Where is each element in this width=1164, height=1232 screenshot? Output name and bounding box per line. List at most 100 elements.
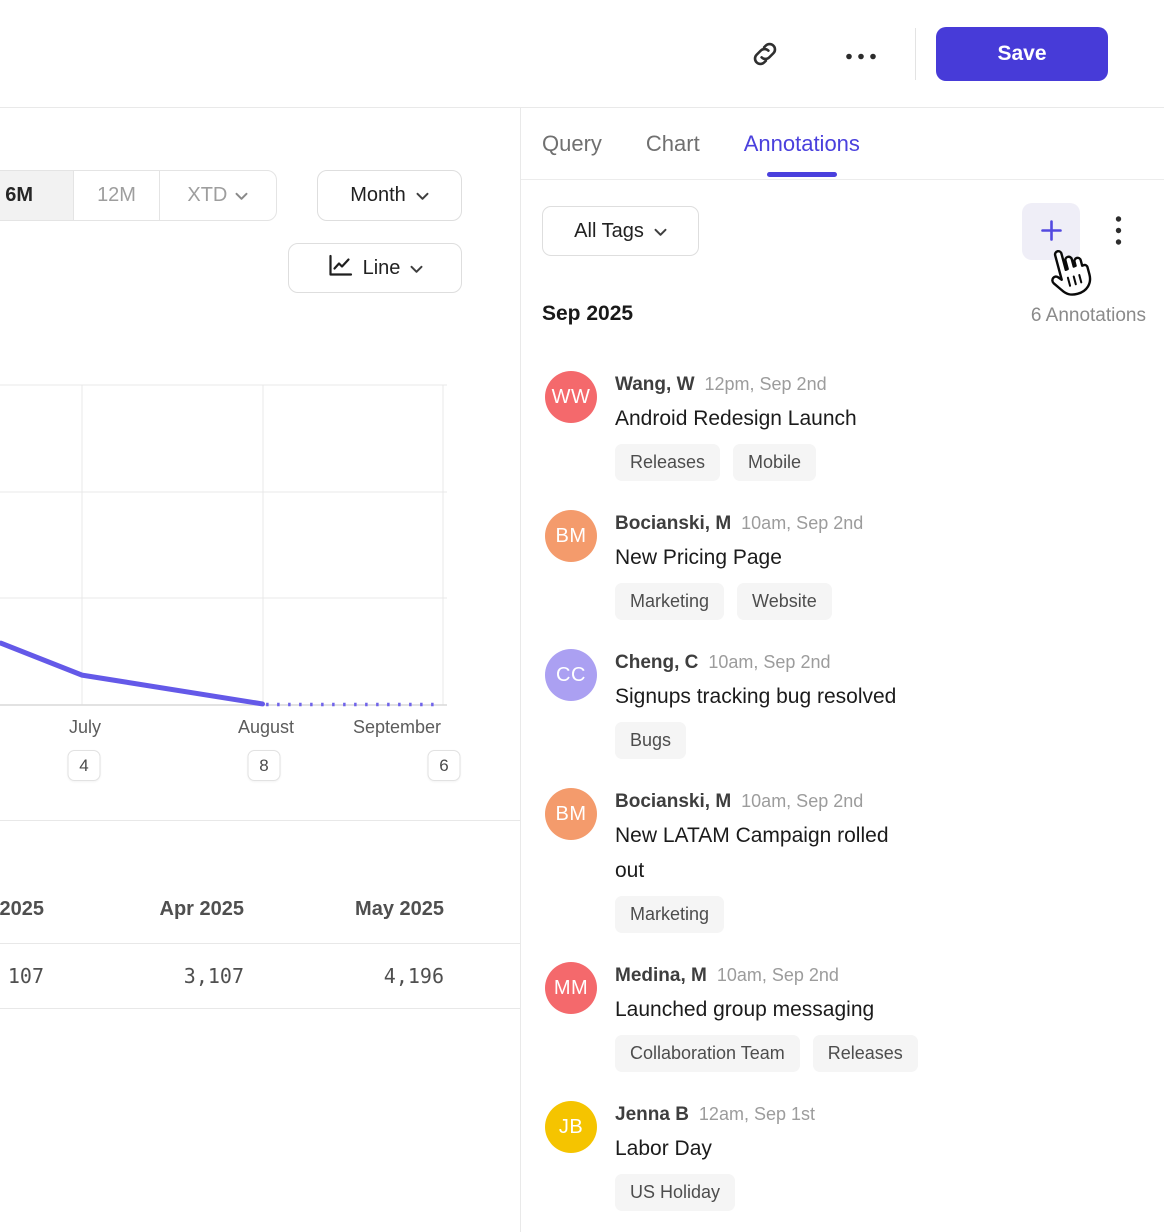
avatar: WW: [545, 371, 597, 423]
chevron-down-icon: [235, 184, 248, 207]
tag-chip[interactable]: Website: [737, 583, 832, 620]
x-axis-labels: JulyAugustSeptember: [0, 717, 470, 743]
annotation-body: Cheng, C 10am, Sep 2nd Signups tracking bu…: [615, 649, 896, 759]
table-value-cell: 4,196: [244, 964, 444, 988]
annotation-title: Android Redesign Launch: [615, 401, 857, 436]
app-screen: Save 6M12MXTD Month Line JulyAugustSepte…: [0, 0, 1164, 1232]
plus-icon: [1038, 217, 1065, 247]
annotation-timestamp: 12am, Sep 1st: [699, 1104, 815, 1124]
tab-query[interactable]: Query: [542, 131, 602, 157]
line-chart-icon: [327, 254, 353, 283]
tag-chip[interactable]: US Holiday: [615, 1174, 735, 1211]
annotation-count: 6 Annotations: [1031, 305, 1146, 327]
annotation-count-badge[interactable]: 4: [68, 750, 101, 781]
table-header-cell: 2025: [0, 898, 44, 921]
annotation-author: Wang, W: [615, 374, 695, 395]
granularity-label: Month: [350, 184, 406, 207]
share-link-button[interactable]: [746, 36, 784, 74]
tag-chip[interactable]: Collaboration Team: [615, 1035, 800, 1072]
annotation-item[interactable]: JBJenna B12am, Sep 1stLabor DayUS Holida…: [545, 1101, 1151, 1211]
toolbar-divider: [915, 28, 916, 80]
annotation-tags: Collaboration Team Releases: [615, 1035, 918, 1072]
chevron-down-icon: [654, 220, 667, 243]
x-axis-label: August: [238, 717, 294, 738]
annotation-tags: US Holiday: [615, 1174, 815, 1211]
tag-filter-label: All Tags: [574, 220, 644, 243]
actual-series-line: [1, 643, 263, 704]
add-annotation-button[interactable]: [1022, 203, 1080, 260]
link-icon: [750, 39, 780, 72]
tag-filter-dropdown[interactable]: All Tags: [542, 206, 699, 256]
annotation-group-header: Sep 2025 6 Annotations: [521, 300, 1164, 332]
annotation-tags: Marketing Website: [615, 583, 863, 620]
table-value-cell: 107: [0, 964, 44, 988]
table-header-row: 2025Apr 2025May 2025: [0, 821, 520, 944]
avatar: JB: [545, 1101, 597, 1153]
annotations-menu-button[interactable]: [1105, 203, 1131, 260]
x-axis-label: September: [353, 717, 441, 738]
annotation-title: Signups tracking bug resolved: [615, 679, 896, 714]
line-chart-plot[interactable]: [0, 380, 470, 716]
granularity-dropdown[interactable]: Month: [317, 170, 462, 221]
date-range-segmented-control: 6M12MXTD: [0, 170, 277, 221]
annotation-body: Bocianski, M 10am, Sep 2nd New Pricing Pag…: [615, 510, 863, 620]
tab-annotations[interactable]: Annotations: [744, 131, 860, 157]
save-button[interactable]: Save: [936, 27, 1108, 81]
annotation-item[interactable]: BM Bocianski, M 10am, Sep 2nd New Pricing P…: [545, 510, 1151, 620]
annotation-list: WW Wang, W 12pm, Sep 2nd Android Redesign L…: [545, 371, 1151, 1232]
annotation-title: Launched group messaging: [615, 992, 917, 1027]
annotation-body: Jenna B12am, Sep 1stLabor DayUS Holiday: [615, 1101, 815, 1211]
chart-type-label: Line: [363, 257, 401, 280]
annotations-panel: Query Chart Annotations All Tags: [520, 108, 1164, 1232]
annotation-timestamp: 10am, Sep 2nd: [708, 652, 830, 672]
tag-chip[interactable]: Releases: [813, 1035, 918, 1072]
panel-tabs: Query Chart Annotations: [542, 108, 860, 179]
range-button-12m[interactable]: 12M: [74, 171, 159, 220]
annotation-item[interactable]: CC Cheng, C 10am, Sep 2nd Signups tracking …: [545, 649, 1151, 759]
tag-chip[interactable]: Marketing: [615, 583, 724, 620]
avatar: BM: [545, 788, 597, 840]
tag-chip[interactable]: Bugs: [615, 722, 686, 759]
annotation-author: Medina, M: [615, 965, 707, 986]
annotation-author: Jenna B: [615, 1104, 689, 1125]
annotation-item[interactable]: WW Wang, W 12pm, Sep 2nd Android Redesign L…: [545, 371, 1151, 481]
annotation-author: Bocianski, M: [615, 513, 731, 534]
range-button-6m[interactable]: 6M: [0, 171, 74, 220]
range-button-xtd[interactable]: XTD: [160, 171, 276, 220]
annotation-count-badge[interactable]: 6: [428, 750, 461, 781]
chevron-down-icon: [410, 257, 423, 280]
group-title: Sep 2025: [542, 302, 633, 326]
avatar: CC: [545, 649, 597, 701]
table-value-cell: 3,107: [44, 964, 244, 988]
annotation-author: Bocianski, M: [615, 791, 731, 812]
annotation-body: Wang, W 12pm, Sep 2nd Android Redesign Lau…: [615, 371, 857, 481]
annotation-tags: Releases Mobile: [615, 444, 857, 481]
tag-chip[interactable]: Mobile: [733, 444, 816, 481]
top-toolbar: Save: [0, 0, 1164, 108]
annotation-body: Bocianski, M10am, Sep 2ndNew LATAM Campa…: [615, 788, 917, 933]
tabbar-divider: [521, 179, 1164, 180]
annotation-item[interactable]: BMBocianski, M10am, Sep 2ndNew LATAM Cam…: [545, 788, 1151, 933]
results-table: 2025Apr 2025May 2025 1073,1074,196: [0, 820, 520, 1009]
avatar: BM: [545, 510, 597, 562]
annotation-title: New Pricing Page: [615, 540, 863, 575]
more-options-button[interactable]: [840, 40, 882, 70]
annotation-tags: Marketing: [615, 896, 917, 933]
annotation-timestamp: 10am, Sep 2nd: [741, 513, 863, 533]
table-header-cell: Apr 2025: [44, 898, 244, 921]
chevron-down-icon: [416, 184, 429, 207]
avatar: MM: [545, 962, 597, 1014]
annotation-timestamp: 10am, Sep 2nd: [741, 791, 863, 811]
x-axis-annotation-badges: 4 8 6: [0, 750, 470, 782]
table-header-cell: May 2025: [244, 898, 444, 921]
tab-chart[interactable]: Chart: [646, 131, 700, 157]
annotation-item[interactable]: MM Medina, M10am, Sep 2ndLaunched group m…: [545, 962, 1151, 1072]
table-value-row: 1073,1074,196: [0, 944, 520, 1009]
chart-type-dropdown[interactable]: Line: [288, 243, 462, 293]
tag-chip[interactable]: Releases: [615, 444, 720, 481]
annotation-body: Medina, M10am, Sep 2ndLaunched group mes…: [615, 962, 918, 1072]
annotation-timestamp: 12pm, Sep 2nd: [705, 374, 827, 394]
tag-chip[interactable]: Marketing: [615, 896, 724, 933]
annotation-count-badge[interactable]: 8: [248, 750, 281, 781]
annotation-author: Cheng, C: [615, 652, 698, 673]
